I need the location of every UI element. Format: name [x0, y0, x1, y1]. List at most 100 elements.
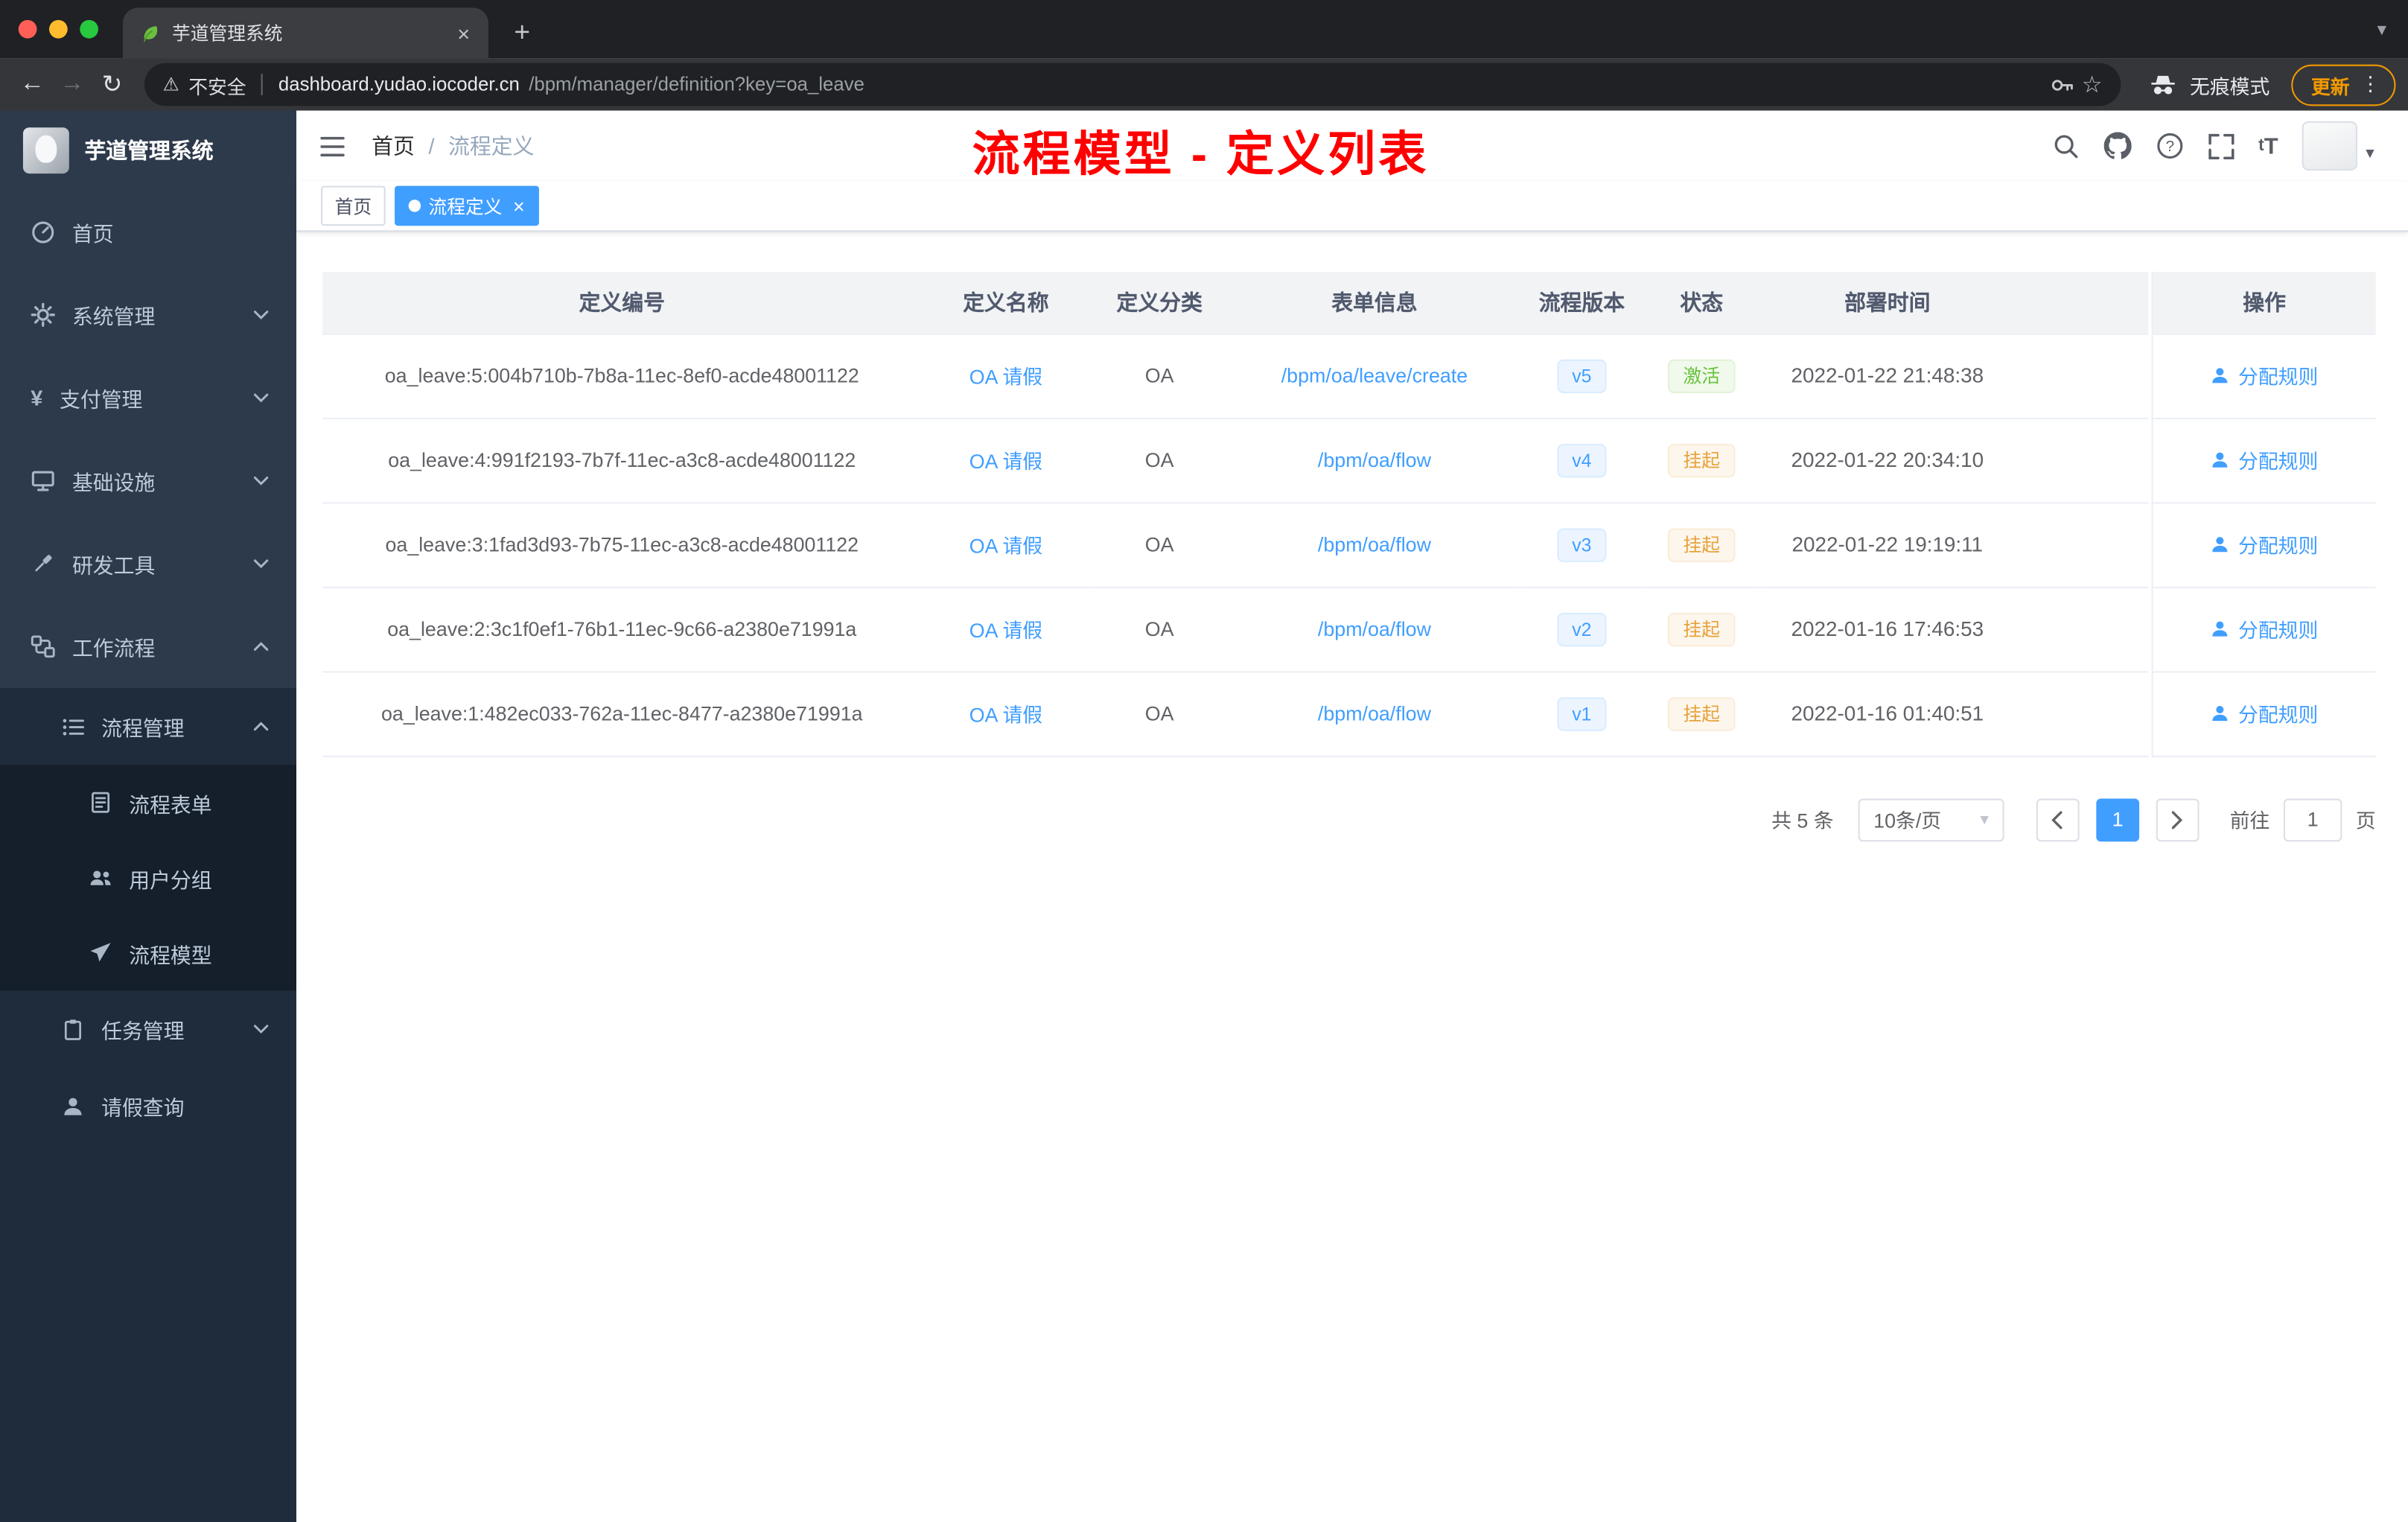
sidebar-item-task-management[interactable]: 任务管理	[0, 990, 297, 1068]
definition-name-link[interactable]: OA 请假	[969, 619, 1042, 642]
assign-rule-link[interactable]: 分配规则	[2211, 698, 2318, 727]
cell-actions: 分配规则	[2151, 671, 2376, 757]
definition-name-link[interactable]: OA 请假	[969, 366, 1042, 389]
incognito-badge[interactable]: 无痕模式	[2133, 70, 2285, 99]
current-page-button[interactable]: 1	[2096, 797, 2139, 841]
assign-rule-label: 分配规则	[2238, 450, 2319, 474]
cell-definition-category: OA	[1090, 333, 1229, 419]
update-label: 更新	[2311, 76, 2350, 98]
page-size-select[interactable]: 10条/页 ▾	[1858, 797, 2004, 841]
cell-definition-id: oa_leave:2:3c1f0ef1-76b1-11ec-9c66-a2380…	[322, 586, 922, 672]
tab-search-caret-icon[interactable]: ▾	[2377, 19, 2386, 40]
security-label[interactable]: 不安全	[188, 70, 246, 99]
sidebar-item-user-group[interactable]: 用户分组	[0, 840, 297, 916]
cell-form-info: /bpm/oa/flow	[1229, 586, 1520, 672]
list-icon	[62, 715, 85, 738]
assign-rule-link[interactable]: 分配规则	[2211, 530, 2318, 559]
cell-process-version: v2	[1520, 586, 1643, 672]
col-definition-id: 定义编号	[322, 272, 922, 334]
goto-page-input[interactable]	[2283, 797, 2342, 841]
bookmark-star-icon[interactable]: ☆	[2082, 71, 2103, 98]
fullscreen-icon[interactable]	[2208, 133, 2234, 159]
chevron-up-icon	[253, 642, 269, 651]
breadcrumb-home-link[interactable]: 首页	[372, 130, 415, 161]
prev-page-button[interactable]	[2036, 797, 2080, 841]
url-host: dashboard.yudao.iocoder.cn	[278, 74, 520, 95]
version-badge: v5	[1556, 358, 1608, 392]
assign-rule-label: 分配规则	[2238, 365, 2319, 389]
sidebar-item-dev-tools[interactable]: 研发工具	[0, 522, 297, 605]
sidebar-item-process-model[interactable]: 流程模型	[0, 915, 297, 991]
hamburger-icon[interactable]	[319, 134, 345, 157]
sidebar-item-process-form[interactable]: 流程表单	[0, 765, 297, 841]
user-menu[interactable]: ▾	[2302, 121, 2374, 171]
close-window-button[interactable]	[18, 19, 37, 39]
sidebar-item-home[interactable]: 首页	[0, 190, 297, 274]
sidebar-item-label: 工作流程	[71, 637, 156, 660]
cell-form-info: /bpm/oa/flow	[1229, 502, 1520, 588]
avatar[interactable]	[2302, 121, 2358, 171]
password-key-icon[interactable]	[2049, 73, 2072, 96]
table-row: oa_leave:2:3c1f0ef1-76b1-11ec-9c66-a2380…	[322, 586, 2149, 672]
form-info-link[interactable]: /bpm/oa/flow	[1318, 702, 1431, 725]
next-page-button[interactable]	[2156, 797, 2200, 841]
assign-rule-link[interactable]: 分配规则	[2211, 445, 2318, 474]
definition-name-link[interactable]: OA 请假	[969, 535, 1042, 558]
form-info-link[interactable]: /bpm/oa/leave/create	[1281, 364, 1468, 387]
incognito-label: 无痕模式	[2190, 74, 2270, 98]
browser-tab[interactable]: 芋道管理系统 ×	[123, 7, 488, 59]
app: 芋道管理系统 首页 系统管理 ¥ 支付管理 基础设施 研发工具 工作流程 流程管…	[0, 110, 2408, 1522]
tag-process-definition[interactable]: 流程定义 ×	[395, 185, 539, 226]
cell-status: 挂起	[1643, 418, 1760, 503]
sidebar-logo[interactable]: 芋道管理系统	[0, 111, 296, 191]
github-icon[interactable]	[2103, 132, 2131, 159]
sidebar-item-leave-query[interactable]: 请假查询	[0, 1067, 297, 1144]
address-bar[interactable]: ⚠ 不安全 dashboard.yudao.iocoder.cn /bpm/ma…	[144, 63, 2121, 106]
new-tab-button[interactable]: +	[500, 10, 544, 54]
sidebar-item-system[interactable]: 系统管理	[0, 273, 297, 357]
cell-actions: 分配规则	[2151, 418, 2376, 503]
table-row: 分配规则	[2151, 502, 2376, 588]
form-icon	[89, 791, 112, 814]
paper-plane-icon	[89, 941, 112, 964]
status-badge: 挂起	[1667, 696, 1736, 730]
definition-name-link[interactable]: OA 请假	[969, 450, 1042, 473]
form-info-link[interactable]: /bpm/oa/flow	[1318, 448, 1431, 471]
minimize-window-button[interactable]	[49, 19, 68, 39]
window-controls	[0, 19, 123, 59]
form-info-link[interactable]: /bpm/oa/flow	[1318, 533, 1431, 556]
definition-name-link[interactable]: OA 请假	[969, 704, 1042, 727]
sidebar-item-process-management[interactable]: 流程管理	[0, 688, 297, 765]
sidebar: 芋道管理系统 首页 系统管理 ¥ 支付管理 基础设施 研发工具 工作流程 流程管…	[0, 110, 297, 1522]
cell-actions: 分配规则	[2151, 502, 2376, 588]
table-row: oa_leave:1:482ec033-762a-11ec-8477-a2380…	[322, 671, 2149, 757]
cell-status: 挂起	[1643, 671, 1760, 757]
cell-filler	[2015, 502, 2149, 588]
browser-menu-icon[interactable]: ⋮	[2360, 72, 2380, 97]
clipboard-icon	[62, 1017, 85, 1040]
reload-icon[interactable]: ↻	[92, 65, 133, 105]
assign-rule-link[interactable]: 分配规则	[2211, 361, 2318, 390]
help-icon[interactable]: ?	[2156, 132, 2183, 159]
sidebar-item-infrastructure[interactable]: 基础设施	[0, 439, 297, 523]
tag-close-icon[interactable]: ×	[513, 196, 525, 216]
tag-label: 首页	[334, 195, 372, 217]
maximize-window-button[interactable]	[80, 19, 98, 39]
assign-rule-link[interactable]: 分配规则	[2211, 614, 2318, 643]
user-icon	[2213, 368, 2229, 383]
font-size-icon[interactable]: tT	[2258, 133, 2278, 159]
sidebar-item-label: 流程管理	[101, 717, 185, 741]
sidebar-item-label: 系统管理	[71, 305, 156, 329]
tools-icon	[31, 551, 55, 576]
sidebar-item-workflow[interactable]: 工作流程	[0, 605, 297, 688]
sidebar-item-label: 任务管理	[101, 1019, 185, 1043]
forward-icon[interactable]: →	[52, 65, 92, 105]
sidebar-item-payment[interactable]: ¥ 支付管理	[0, 356, 297, 439]
search-icon[interactable]	[2053, 133, 2079, 159]
update-button[interactable]: 更新 ⋮	[2291, 63, 2396, 106]
form-info-link[interactable]: /bpm/oa/flow	[1318, 617, 1431, 640]
tag-home[interactable]: 首页	[321, 185, 386, 226]
back-icon[interactable]: ←	[13, 65, 53, 105]
cell-definition-category: OA	[1090, 586, 1229, 672]
tab-close-icon[interactable]: ×	[454, 19, 473, 47]
